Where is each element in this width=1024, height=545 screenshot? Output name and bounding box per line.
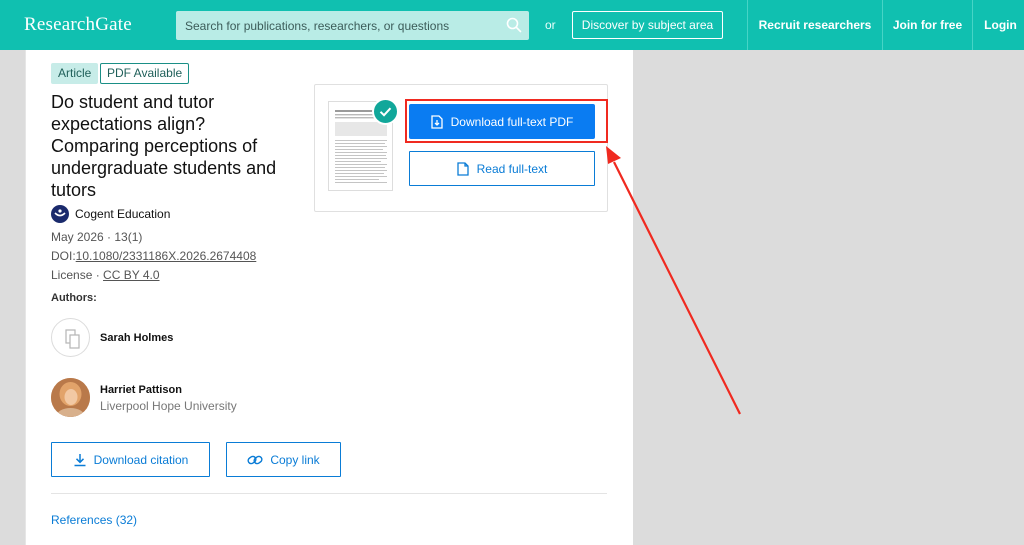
link-icon xyxy=(247,455,263,464)
document-icon xyxy=(456,161,469,176)
article-title: Do student and tutor expectations align?… xyxy=(51,92,277,200)
copy-link-button[interactable]: Copy link xyxy=(226,442,341,477)
author-institution[interactable]: Liverpool Hope University xyxy=(100,399,237,413)
author-photo xyxy=(51,378,90,417)
join-for-free-link[interactable]: Join for free xyxy=(883,0,972,50)
license-line: License · CC BY 4.0 xyxy=(51,268,160,282)
journal-logo-icon xyxy=(51,205,69,223)
search-input[interactable] xyxy=(176,11,529,40)
read-fulltext-button[interactable]: Read full-text xyxy=(409,151,595,186)
author-name-harriet-pattison[interactable]: Harriet Pattison xyxy=(100,384,182,396)
download-citation-label: Download citation xyxy=(93,452,189,467)
journal-name[interactable]: Cogent Education xyxy=(75,207,170,221)
authors-heading: Authors: xyxy=(51,292,97,304)
doi-line: DOI:10.1080/2331186X.2026.2674408 xyxy=(51,249,256,263)
or-text: or xyxy=(545,18,556,32)
checkmark-icon xyxy=(379,107,392,117)
download-icon xyxy=(74,453,86,466)
search-icon[interactable] xyxy=(505,16,523,34)
researchgate-logo[interactable]: ResearchGate xyxy=(24,14,132,36)
license-label: License · xyxy=(51,268,104,282)
avatar[interactable] xyxy=(51,318,90,357)
doi-link[interactable]: 10.1080/2331186X.2026.2674408 xyxy=(76,249,257,263)
pdf-available-badge: PDF Available xyxy=(100,63,190,84)
section-divider xyxy=(51,493,607,494)
license-link[interactable]: CC BY 4.0 xyxy=(103,268,159,282)
recruit-researchers-link[interactable]: Recruit researchers xyxy=(748,0,882,50)
search-box xyxy=(176,11,529,40)
doi-label: DOI: xyxy=(51,249,76,263)
author-name-sarah-holmes[interactable]: Sarah Holmes xyxy=(100,332,173,344)
references-tab[interactable]: References (32) xyxy=(51,513,137,527)
panel-border xyxy=(25,50,26,545)
discover-by-subject-button[interactable]: Discover by subject area xyxy=(572,11,723,39)
annotation-highlight-box xyxy=(405,99,608,143)
download-citation-button[interactable]: Download citation xyxy=(51,442,210,477)
login-link[interactable]: Login xyxy=(973,0,1024,50)
placeholder-avatar-icon xyxy=(65,329,80,349)
publication-date: May 2026 · 13(1) xyxy=(51,230,143,244)
avatar[interactable] xyxy=(51,378,90,417)
verified-check-badge xyxy=(372,98,399,125)
copy-link-label: Copy link xyxy=(270,452,320,467)
top-navigation-bar: ResearchGate or Discover by subject area… xyxy=(0,0,1024,50)
read-fulltext-label: Read full-text xyxy=(476,161,548,176)
article-type-badge: Article xyxy=(51,63,99,84)
